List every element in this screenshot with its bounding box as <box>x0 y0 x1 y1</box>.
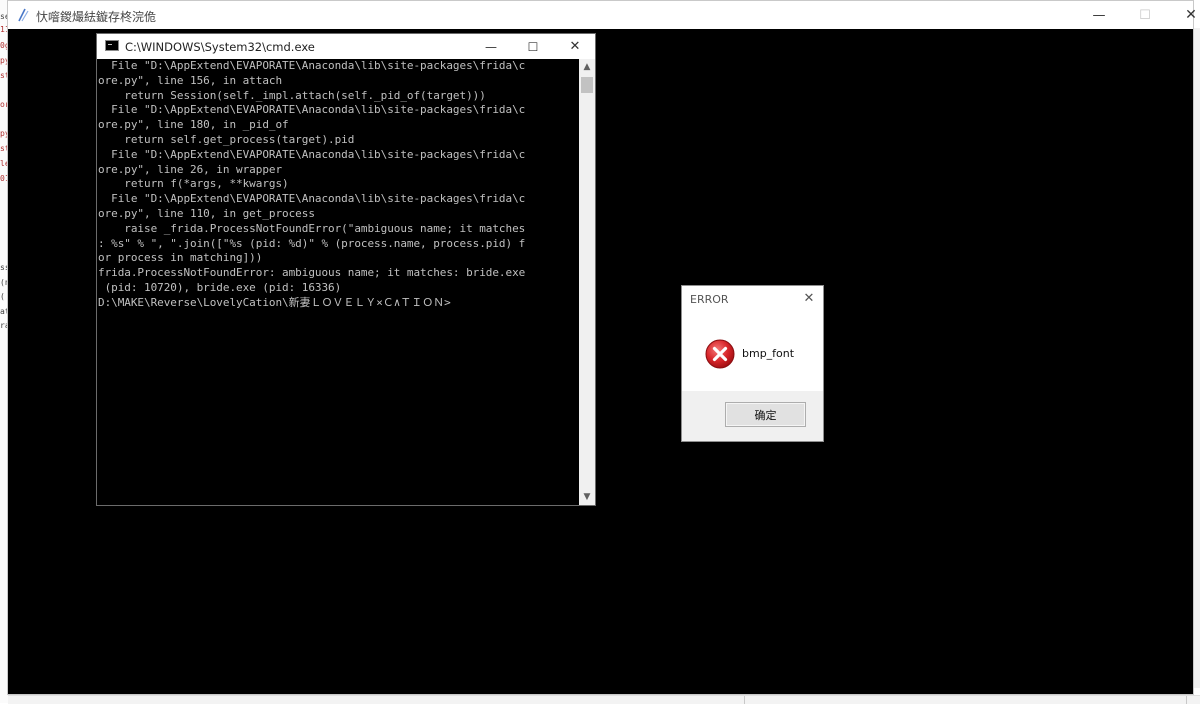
console-icon <box>105 40 119 51</box>
background-window-edge <box>1194 28 1200 688</box>
close-button[interactable]: ✕ <box>1168 1 1200 29</box>
console-prompt[interactable]: D:\MAKE\Reverse\LovelyCation\新妻ＬＯＶＥＬＹ×Ｃ∧… <box>97 296 580 311</box>
console-line: return f(*args, **kwargs) <box>98 177 289 191</box>
error-dialog-title: ERROR <box>690 293 729 306</box>
scroll-thumb[interactable] <box>581 77 593 93</box>
console-line: return self.get_process(target).pid <box>98 132 355 146</box>
game-window-title: 忕噾鍐熶紶鏇存柊浣佹 <box>36 10 157 24</box>
console-line: frida.ProcessNotFoundError: ambiguous na… <box>98 266 526 280</box>
cmd-titlebar[interactable]: C:\WINDOWS\System32\cmd.exe — ☐ ✕ <box>97 34 595 59</box>
console-output[interactable]: File "D:\AppExtend\EVAPORATE\Anaconda\li… <box>97 59 580 505</box>
error-circle-icon <box>705 339 735 369</box>
console-line: (pid: 10720), bride.exe (pid: 16336) <box>98 280 342 294</box>
console-line: File "D:\AppExtend\EVAPORATE\Anaconda\li… <box>98 147 526 161</box>
error-dialog: ERROR ✕ bmp_font 确定 <box>681 285 824 442</box>
scroll-down-arrow-icon[interactable]: ▼ <box>579 489 595 505</box>
app-icon <box>18 8 29 22</box>
ok-button[interactable]: 确定 <box>725 402 806 427</box>
cmd-close-button[interactable]: ✕ <box>554 34 596 59</box>
cmd-maximize-button[interactable]: ☐ <box>512 34 554 59</box>
console-line: raise _frida.ProcessNotFoundError("ambig… <box>98 221 526 235</box>
console-line: File "D:\AppExtend\EVAPORATE\Anaconda\li… <box>98 59 526 72</box>
cmd-scrollbar[interactable]: ▲ ▼ <box>579 59 595 505</box>
error-message: bmp_font <box>742 347 795 360</box>
error-dialog-close-button[interactable]: ✕ <box>801 290 817 306</box>
minimize-button[interactable]: — <box>1076 1 1122 29</box>
console-line: : %s" % ", ".join(["%s (pid: %d)" % (pro… <box>98 236 526 250</box>
console-line: File "D:\AppExtend\EVAPORATE\Anaconda\li… <box>98 103 526 117</box>
console-line: ore.py", line 110, in get_process <box>98 206 315 220</box>
console-line: or process in matching])) <box>98 251 263 265</box>
game-titlebar[interactable]: 忕噾鍐熶紶鏇存柊浣佹 — ☐ ✕ <box>8 1 1197 29</box>
cmd-window: C:\WINDOWS\System32\cmd.exe — ☐ ✕ File "… <box>96 33 596 506</box>
maximize-button[interactable]: ☐ <box>1122 1 1168 29</box>
scroll-up-arrow-icon[interactable]: ▲ <box>579 59 595 75</box>
console-line: ore.py", line 156, in attach <box>98 73 283 87</box>
cmd-window-title: C:\WINDOWS\System32\cmd.exe <box>125 40 315 54</box>
cmd-minimize-button[interactable]: — <box>470 34 512 59</box>
console-line: ore.py", line 180, in _pid_of <box>98 118 289 132</box>
console-line: ore.py", line 26, in wrapper <box>98 162 283 176</box>
console-line: File "D:\AppExtend\EVAPORATE\Anaconda\li… <box>98 192 526 206</box>
editor-fragment: ( <box>0 292 5 301</box>
console-line: return Session(self._impl.attach(self._p… <box>98 88 486 102</box>
error-dialog-footer: 确定 <box>682 391 823 441</box>
